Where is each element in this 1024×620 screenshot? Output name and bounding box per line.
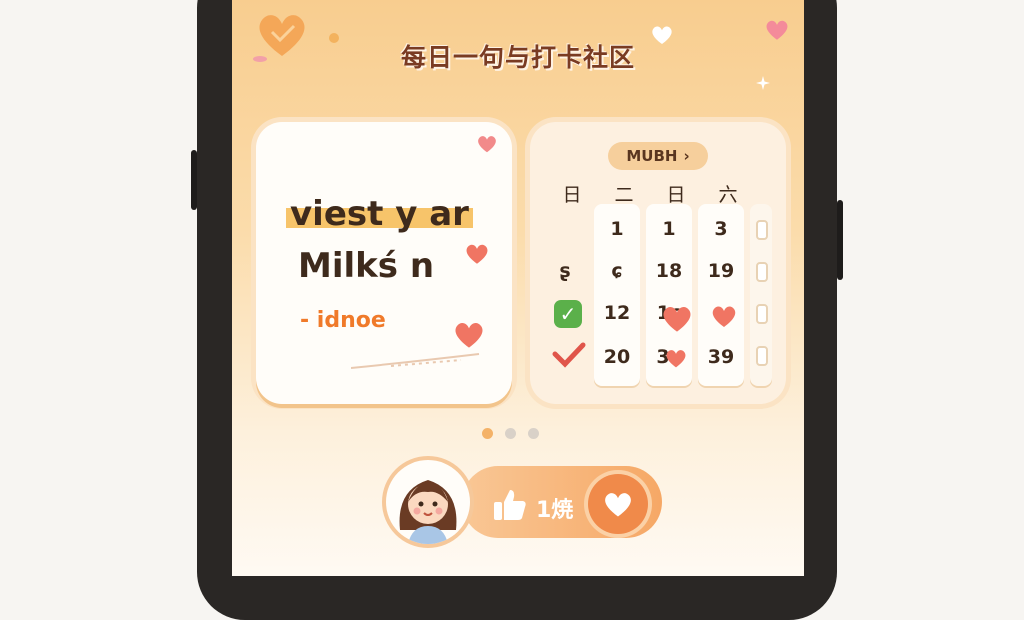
quote-line-2: Milkś n bbox=[298, 246, 435, 286]
scroll-indicator bbox=[756, 262, 768, 282]
volume-button bbox=[191, 150, 197, 210]
app-screen: 每日一句与打卡社区 viest y ar Milkś n - idnoe MUB… bbox=[232, 0, 804, 576]
sparkle-icon bbox=[756, 76, 770, 90]
weekday-label: 二 bbox=[614, 184, 634, 206]
avatar[interactable] bbox=[386, 460, 470, 544]
calendar-day[interactable]: 20 bbox=[594, 346, 640, 368]
month-label: MUBH bbox=[626, 147, 678, 165]
swoosh-decoration bbox=[351, 353, 480, 369]
heart-icon bbox=[666, 350, 686, 368]
calendar-day[interactable]: 3 bbox=[698, 218, 744, 240]
heart-icon bbox=[466, 244, 488, 264]
quote-line-1: viest y ar bbox=[286, 194, 473, 234]
thumbs-up-icon[interactable] bbox=[492, 487, 528, 523]
weekday-label: 日 bbox=[666, 184, 686, 206]
heart-icon bbox=[605, 492, 631, 516]
checkin-calendar-card: MUBH › 日 二 日 六 1 1 3 ʂ ɕ 18 19 ✓ 12 1ɕ bbox=[530, 122, 786, 404]
heart-icon bbox=[478, 136, 496, 153]
chevron-right-icon: › bbox=[683, 147, 690, 165]
scroll-indicator bbox=[756, 304, 768, 324]
quote-author: - idnoe bbox=[300, 308, 386, 333]
weekday-label: 六 bbox=[718, 184, 738, 206]
check-icon: ✓ bbox=[554, 300, 582, 328]
carousel-pagination bbox=[482, 428, 539, 439]
weekday-header: 日 二 日 六 bbox=[546, 180, 776, 207]
month-selector[interactable]: MUBH › bbox=[608, 142, 708, 170]
calendar-day[interactable]: 1 bbox=[646, 218, 692, 240]
page-dot[interactable] bbox=[528, 428, 539, 439]
calendar-day[interactable]: ʂ bbox=[542, 260, 588, 282]
calendar-day[interactable]: 1 bbox=[594, 218, 640, 240]
quote-line-1-text: viest y ar bbox=[286, 194, 473, 234]
page-dot-active[interactable] bbox=[482, 428, 493, 439]
calendar-day[interactable]: 12 bbox=[594, 302, 640, 324]
page-title: 每日一句与打卡社区 bbox=[400, 43, 635, 72]
heart-icon bbox=[712, 306, 736, 327]
page-dot[interactable] bbox=[505, 428, 516, 439]
like-count: 1焼 bbox=[536, 498, 574, 523]
power-button bbox=[837, 200, 843, 280]
scroll-indicator bbox=[756, 346, 768, 366]
scroll-indicator bbox=[756, 220, 768, 240]
check-icon bbox=[552, 342, 586, 368]
calendar-day[interactable]: 18 bbox=[646, 260, 692, 282]
daily-quote-card[interactable]: viest y ar Milkś n - idnoe bbox=[256, 122, 512, 404]
like-heart-button[interactable] bbox=[588, 474, 648, 534]
heart-icon bbox=[455, 323, 483, 348]
weekday-label: 日 bbox=[562, 184, 582, 206]
calendar-day[interactable]: 39 bbox=[698, 346, 744, 368]
avatar-illustration bbox=[399, 480, 457, 544]
calendar-day[interactable]: 19 bbox=[698, 260, 744, 282]
calendar-day[interactable]: ɕ bbox=[594, 260, 640, 282]
heart-icon bbox=[663, 307, 691, 332]
